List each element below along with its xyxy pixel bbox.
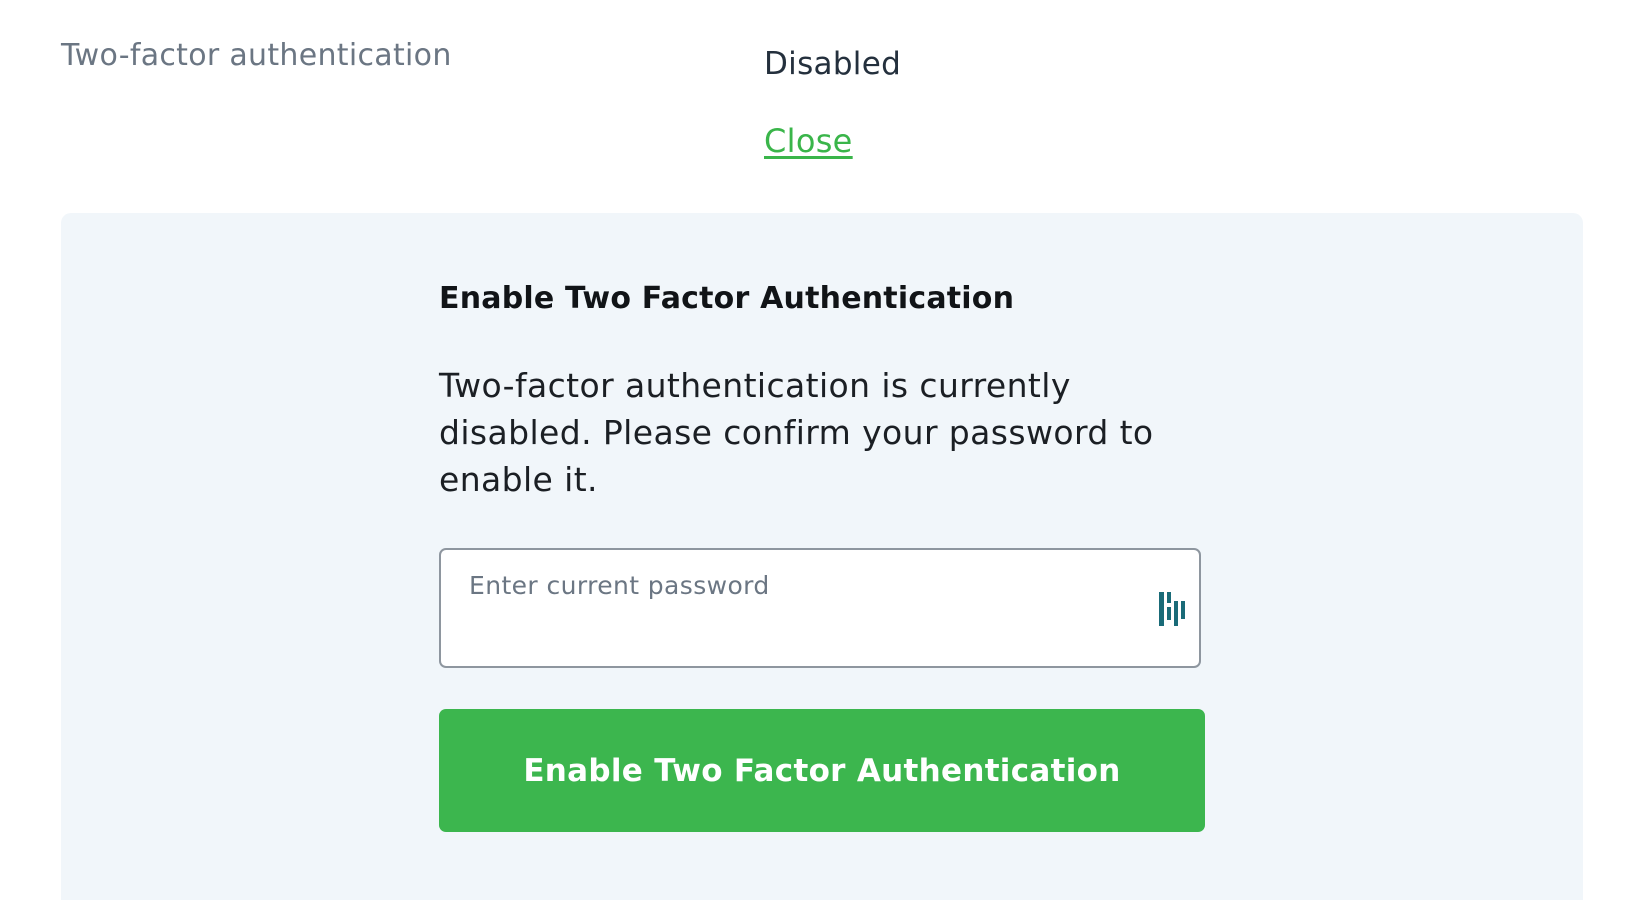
two-factor-settings-page: Two-factor authentication Disabled Close…: [0, 0, 1630, 900]
current-password-input[interactable]: [441, 550, 1199, 666]
current-password-field[interactable]: [439, 548, 1201, 668]
dashlane-icon-graphic: [1159, 592, 1185, 626]
close-link[interactable]: Close: [764, 122, 853, 160]
panel-description: Two-factor authentication is currently d…: [439, 366, 1154, 499]
two-factor-status: Disabled: [764, 46, 902, 82]
dashlane-icon[interactable]: [1157, 590, 1187, 628]
two-factor-label: Two-factor authentication: [61, 38, 452, 73]
panel-title: Enable Two Factor Authentication: [439, 281, 1015, 316]
enable-two-factor-button[interactable]: Enable Two Factor Authentication: [439, 709, 1205, 832]
